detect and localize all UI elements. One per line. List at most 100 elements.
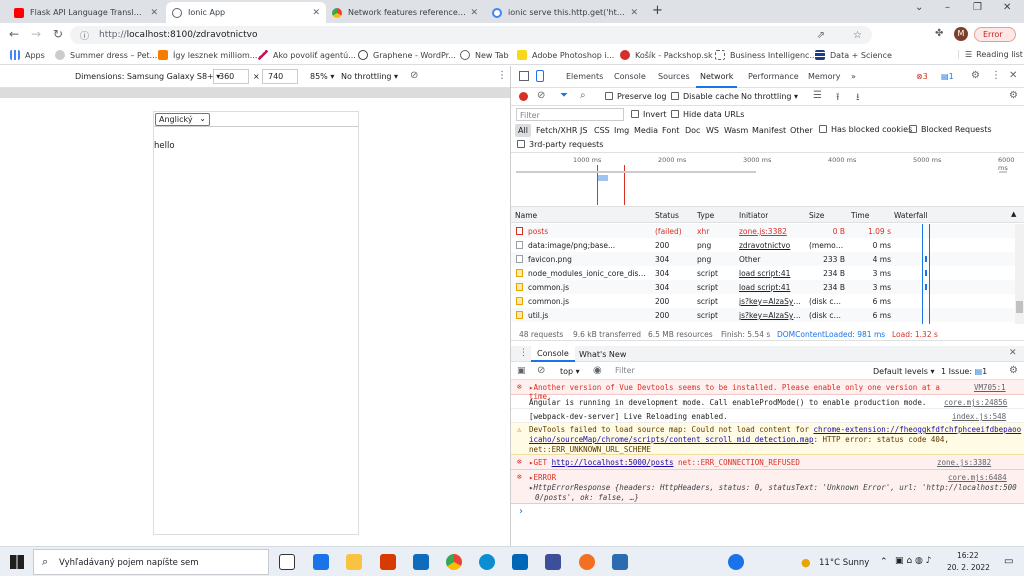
error-counter[interactable]: ⊗3 (916, 72, 928, 81)
blocked-requests-checkbox[interactable]: Blocked Requests (909, 125, 992, 134)
height-input[interactable]: 740 (262, 69, 298, 84)
search-icon[interactable]: ⌕ (580, 90, 586, 101)
taskbar-search[interactable]: ⌕ Vyhľadávaný pojem napíšte sem (33, 549, 269, 575)
restore-button[interactable]: ❐ (973, 2, 982, 13)
type-filter-font[interactable]: Font (662, 126, 679, 135)
bookmark-ako-povolit[interactable]: Ako povoliť agentú... (258, 50, 356, 60)
chevron-up-icon[interactable]: ⌃ (880, 557, 888, 567)
cell-initiator[interactable]: Other (739, 255, 805, 264)
notification-icon[interactable]: ▭ (1004, 556, 1013, 567)
bookmark-new-tab[interactable]: New Tab (460, 50, 509, 60)
device-select[interactable]: Dimensions: Samsung Galaxy S8+ ▾ (75, 72, 220, 81)
system-tray-icons[interactable]: ▣ ⌂ ◍ ♪ (895, 556, 931, 566)
table-row[interactable]: node_modules_ionic_core_dist_e... 304 scri… (511, 266, 1015, 280)
language-select[interactable]: Anglický ⌄ (155, 113, 210, 126)
throttle-select[interactable]: No throttling ▾ (341, 72, 398, 81)
column-header[interactable]: Type (697, 211, 714, 220)
more-options-icon[interactable]: ⋮ (497, 70, 507, 81)
warning-link[interactable]: icaho/sourceMap/chrome/scripts/content_s… (529, 435, 813, 444)
bookmark-apps[interactable]: Apps (10, 50, 45, 60)
column-header[interactable]: Name (515, 211, 537, 220)
type-filter-img[interactable]: Img (614, 126, 629, 135)
upload-icon[interactable]: ⭱ (836, 90, 840, 107)
tab-network-reference[interactable]: Network features reference - Chr ✕ (326, 2, 484, 23)
close-icon[interactable]: ✕ (630, 8, 638, 18)
tab-ionic-app[interactable]: Ionic App ✕ (166, 2, 326, 23)
bookmark-data-science[interactable]: Data + Science (815, 50, 892, 60)
column-header[interactable]: Waterfall (894, 211, 928, 220)
clear-console-icon[interactable]: ⊘ (537, 365, 545, 376)
postman-icon[interactable] (579, 554, 595, 570)
filter-input[interactable]: Filter (516, 108, 624, 121)
mail-icon[interactable] (413, 554, 429, 570)
tab-ionic-serve[interactable]: ionic serve this.http.get('http://lo ✕ (486, 2, 644, 23)
table-row[interactable]: posts (failed) xhr zone.js:3382 0 B 1.09 s (511, 224, 1015, 238)
type-filter-media[interactable]: Media (634, 126, 658, 135)
close-icon[interactable]: ✕ (1009, 348, 1017, 358)
cell-initiator[interactable]: load script:41 (739, 283, 805, 292)
levels-select[interactable]: Default levels ▾ (873, 367, 935, 376)
close-icon[interactable]: ✕ (470, 8, 478, 18)
rotate-icon[interactable]: ⊘ (410, 70, 418, 81)
console-filter-input[interactable]: Filter (615, 366, 635, 375)
more-tabs-button[interactable]: » (851, 66, 856, 88)
zoom-select[interactable]: 85% ▾ (310, 72, 334, 81)
tab-memory[interactable]: Memory (808, 66, 841, 88)
console-prompt[interactable]: › (519, 506, 523, 517)
close-icon[interactable]: ✕ (150, 8, 158, 18)
file-explorer-icon[interactable] (346, 554, 362, 570)
tab-elements[interactable]: Elements (566, 66, 603, 88)
drawer-tab-console[interactable]: Console (531, 346, 575, 362)
star-icon[interactable]: ☆ (853, 30, 862, 41)
avatar[interactable]: M (954, 27, 968, 41)
inspect-icon[interactable] (519, 71, 529, 81)
minimize-button[interactable]: – (945, 2, 950, 13)
gear-icon[interactable]: ⚙ (1009, 365, 1018, 376)
gear-icon[interactable]: ⚙ (1009, 90, 1018, 101)
chrome-icon[interactable] (446, 554, 462, 570)
tab-performance[interactable]: Performance (748, 66, 799, 88)
bookmark-summer-dress[interactable]: Summer dress – Pet... (55, 50, 157, 60)
type-filter-doc[interactable]: Doc (685, 126, 700, 135)
extensions-icon[interactable]: ✤ (935, 28, 943, 39)
bookmark-kosik[interactable]: Košík - Packshop.sk (620, 50, 713, 60)
error-url-link[interactable]: http://localhost:5000/posts (552, 458, 674, 467)
forward-button[interactable]: → (31, 27, 41, 41)
preserve-log-checkbox[interactable]: Preserve log (605, 92, 667, 101)
cell-initiator[interactable]: load script:41 (739, 269, 805, 278)
sort-icon[interactable]: ▲ (1011, 210, 1016, 218)
column-header[interactable]: Time (851, 211, 869, 220)
table-row[interactable]: data:image/png;base... 200 png zdravotnictv… (511, 238, 1015, 252)
throttle-select[interactable]: No throttling ▾ (741, 92, 798, 101)
type-filter-css[interactable]: CSS (594, 126, 610, 135)
has-blocked-cookies-checkbox[interactable]: Has blocked cookies (819, 125, 912, 134)
tab-flask[interactable]: Flask API Language Translations ✕ (8, 2, 164, 23)
close-icon[interactable]: ✕ (312, 8, 320, 18)
third-party-checkbox[interactable]: 3rd-party requests (517, 140, 603, 149)
message-counter[interactable]: ▤1 (941, 72, 954, 81)
scrollbar-thumb[interactable] (1016, 301, 1023, 313)
cell-initiator[interactable]: zone.js:3382 (739, 227, 805, 236)
drawer-tab-whats-new[interactable]: What's New (579, 350, 626, 359)
task-view-icon[interactable] (279, 554, 295, 570)
table-row[interactable]: util.js 200 script js?key=AlzaSyC... (disk c… (511, 308, 1015, 322)
eye-icon[interactable]: ◉ (593, 365, 602, 376)
edge-icon[interactable] (479, 554, 495, 570)
message-source[interactable]: VM705:1 (974, 383, 1006, 392)
bookmark-igy-lesznek[interactable]: Így lesznek milliom... (158, 50, 257, 60)
clear-icon[interactable]: ⊘ (537, 90, 545, 101)
message-source[interactable]: core.mjs:6484 (948, 473, 1007, 482)
windows-start-icon[interactable] (10, 555, 24, 569)
warning-link[interactable]: chrome-extension://fheoggkfdfchfphceeifd… (813, 425, 1021, 434)
disable-cache-checkbox[interactable]: Disable cache (671, 92, 739, 101)
column-header[interactable]: Size (809, 211, 824, 220)
cell-initiator[interactable]: js?key=AlzaSyC... (739, 311, 805, 320)
error-badge[interactable]: Error (974, 27, 1016, 42)
context-select[interactable]: top ▾ (560, 367, 580, 376)
network-status-icon[interactable] (728, 554, 744, 570)
address-bar[interactable]: ⓘ http:// localhost:8100/zdravotnictvo ⇗… (70, 26, 872, 44)
cell-initiator[interactable]: js?key=AlzaSyC... (739, 297, 805, 306)
share-icon[interactable]: ⇗ (817, 30, 825, 41)
reload-button[interactable]: ↻ (53, 27, 63, 41)
invert-checkbox[interactable]: Invert (631, 110, 667, 119)
